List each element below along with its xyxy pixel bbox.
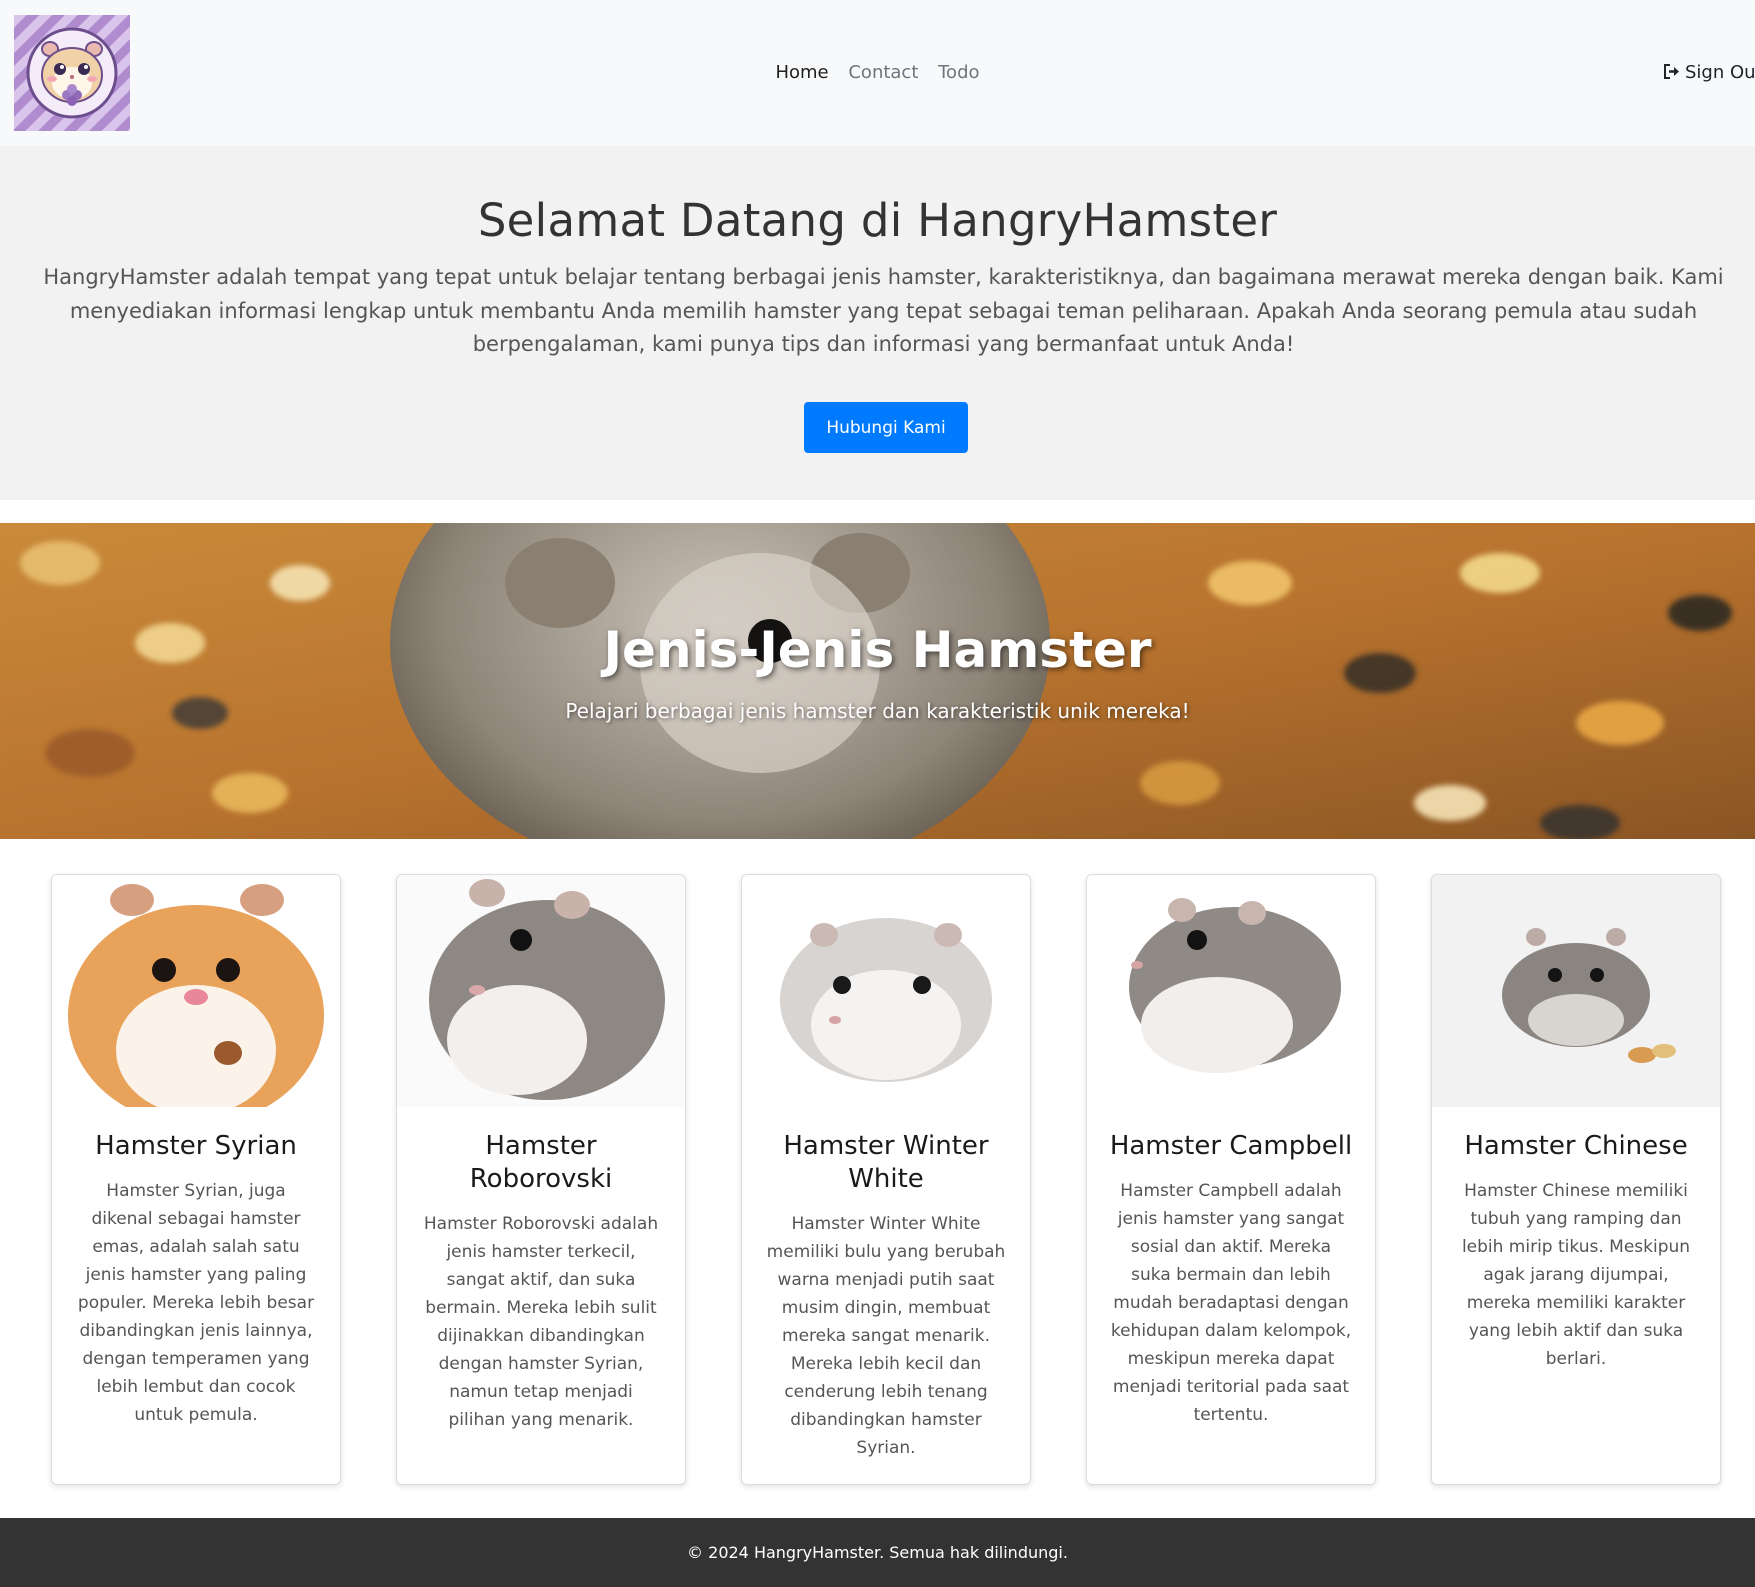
- card-title: Hamster Chinese: [1464, 1131, 1688, 1161]
- hamster-card-campbell: Hamster Campbell Hamster Campbell adalah…: [1086, 874, 1376, 1485]
- sign-out-button[interactable]: Sign Out: [1663, 62, 1755, 85]
- hamster-card-roborovski: Hamster Roborovski Hamster Roborovski ad…: [396, 874, 686, 1485]
- banner-title: Jenis-Jenis Hamster: [603, 621, 1152, 679]
- card-description: Hamster Winter White memiliki bulu yang …: [766, 1214, 1006, 1458]
- card-description: Hamster Syrian, juga dikenal sebagai ham…: [77, 1181, 315, 1425]
- hamster-chinese-image: [1432, 875, 1720, 1107]
- hamster-card-winter-white: Hamster Winter White Hamster Winter Whit…: [741, 874, 1031, 1485]
- card-title: Hamster Syrian: [95, 1131, 297, 1161]
- hamster-types-banner: Jenis-Jenis Hamster Pelajari berbagai je…: [0, 523, 1755, 839]
- card-description: Hamster Roborovski adalah jenis hamster …: [423, 1214, 659, 1430]
- footer: © 2024 HangryHamster. Semua hak dilindun…: [0, 1518, 1755, 1587]
- contact-us-button[interactable]: Hubungi Kami: [804, 402, 968, 453]
- banner-background-image: [0, 523, 1755, 839]
- hamster-winter-white-image: [742, 875, 1030, 1107]
- nav-link-todo[interactable]: Todo: [938, 62, 979, 83]
- card-description: Hamster Campbell adalah jenis hamster ya…: [1110, 1181, 1352, 1425]
- nav-link-contact[interactable]: Contact: [848, 62, 918, 83]
- navbar: Home Contact Todo Sign Out: [0, 0, 1755, 146]
- card-title: Hamster Campbell: [1109, 1131, 1353, 1161]
- footer-copyright: © 2024 HangryHamster. Semua hak dilindun…: [687, 1543, 1068, 1562]
- hamster-card-syrian: Hamster Syrian Hamster Syrian, juga dike…: [51, 874, 341, 1485]
- nav-menu: Home Contact Todo: [0, 62, 1755, 83]
- card-description: Hamster Chinese memiliki tubuh yang ramp…: [1461, 1181, 1691, 1369]
- hamster-roborovski-image: [397, 875, 685, 1107]
- sign-out-icon: [1663, 63, 1681, 85]
- hero-title: Selamat Datang di HangryHamster: [477, 194, 1278, 247]
- nav-link-home[interactable]: Home: [775, 62, 828, 83]
- hero-description: HangryHamster adalah tempat yang tepat u…: [43, 265, 1724, 356]
- hero-section: Selamat Datang di HangryHamster HangryHa…: [0, 146, 1755, 500]
- hamster-syrian-image: [52, 875, 340, 1107]
- banner-subtitle: Pelajari berbagai jenis hamster dan kara…: [565, 699, 1190, 723]
- card-title: Hamster Roborovski: [469, 1131, 613, 1194]
- card-title: Hamster Winter White: [783, 1131, 989, 1194]
- sign-out-label: Sign Out: [1685, 62, 1755, 83]
- hamster-card-chinese: Hamster Chinese Hamster Chinese memiliki…: [1431, 874, 1721, 1485]
- hamster-campbell-image: [1087, 875, 1375, 1107]
